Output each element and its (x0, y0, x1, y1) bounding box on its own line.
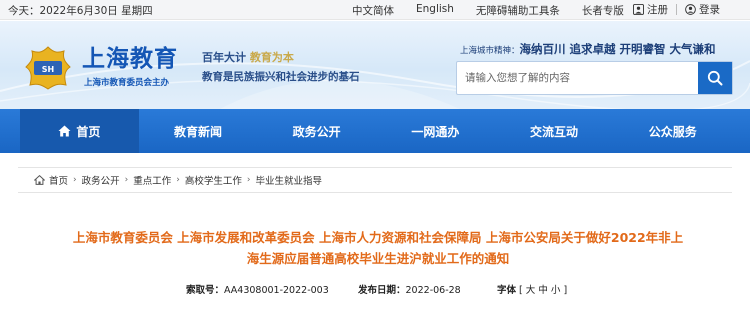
nav-government-affairs-label: 政务公开 (292, 124, 341, 139)
nav-education-news[interactable]: 教育新闻 (139, 109, 258, 153)
home-icon (58, 125, 71, 137)
site-subtitle: 上海市教育委员会主办 (84, 78, 170, 88)
login-link[interactable]: 登录 (685, 2, 720, 17)
city-spirit-value: 海纳百川 追求卓越 开明睿智 大气谦和 (519, 42, 716, 56)
index-number: 索取号：AA4308001-2022-003 (186, 282, 329, 296)
search-button[interactable] (698, 62, 732, 94)
login-icon (685, 4, 696, 15)
education-logo[interactable]: SH (24, 45, 72, 91)
login-label: 登录 (699, 4, 720, 16)
link-english[interactable]: English (416, 3, 454, 18)
article-title-line-1: 上海市教育委员会 上海市发展和改革委员会 上海市人力资源和社会保障局 上海市公安… (72, 230, 684, 245)
nav-one-stop-service[interactable]: 一网通办 (376, 109, 495, 153)
breadcrumb-employment-guidance[interactable]: 毕业生就业指导 (256, 173, 323, 187)
font-size-selector: 字体 [ 大 中 小 ] (497, 282, 567, 296)
breadcrumb-student-work[interactable]: 高校学生工作 (185, 173, 242, 187)
font-size-label: 字体 (497, 285, 517, 296)
nav-one-stop-service-label: 一网通办 (411, 124, 460, 139)
slogan-primary: 百年大计 教育为本 (202, 49, 294, 65)
article-title: 上海市教育委员会 上海市发展和改革委员会 上海市人力资源和社会保障局 上海市公安… (28, 227, 728, 269)
site-title: 上海教育 (82, 46, 178, 72)
breadcrumb-home-icon (34, 175, 45, 185)
font-size-large[interactable]: 大 (526, 285, 536, 296)
user-icon (633, 4, 644, 15)
font-size-close-bracket: ] (563, 285, 568, 296)
city-spirit: 上海城市精神：海纳百川 追求卓越 开明睿智 大气谦和 (460, 41, 716, 57)
breadcrumb-home[interactable]: 首页 (49, 173, 68, 187)
nav-interaction-label: 交流互动 (530, 124, 579, 139)
link-chinese-simplified[interactable]: 中文简体 (352, 3, 394, 18)
nav-home-label: 首页 (76, 124, 101, 139)
publish-date-value: 2022-06-28 (405, 285, 461, 296)
breadcrumb-gov-affairs[interactable]: 政务公开 (82, 173, 120, 187)
city-spirit-label: 上海城市精神： (460, 46, 520, 56)
breadcrumb: 首页 › 政务公开 › 重点工作 › 高校学生工作 › 毕业生就业指导 (18, 167, 732, 193)
header-banner: SH 上海教育 上海市教育委员会主办 百年大计 教育为本 教育是民族振兴和社会进… (0, 21, 750, 109)
index-number-label: 索取号： (186, 285, 225, 296)
nav-government-affairs[interactable]: 政务公开 (257, 109, 376, 153)
slogan-part-b: 教育为本 (249, 51, 294, 64)
nav-home[interactable]: 首页 (20, 109, 139, 153)
search-box (456, 61, 733, 95)
divider (676, 4, 677, 15)
top-bar: 今天：2022年6月30日 星期四 中文简体 English 无障碍辅助工具条 … (0, 0, 750, 20)
breadcrumb-separator: › (176, 175, 180, 185)
current-date: 今天：2022年6月30日 星期四 (8, 5, 153, 17)
index-number-value: AA4308001-2022-003 (224, 285, 329, 296)
breadcrumb-separator: › (246, 175, 251, 185)
font-size-open-bracket: [ (519, 285, 523, 296)
link-accessibility-toolbar[interactable]: 无障碍辅助工具条 (476, 3, 560, 18)
account-links: 注册 登录 (633, 2, 720, 17)
breadcrumb-separator: › (124, 175, 129, 185)
search-input[interactable] (457, 62, 700, 94)
publish-date-label: 发布日期： (358, 285, 406, 296)
language-links: 中文简体 English 无障碍辅助工具条 长者专版 (352, 3, 646, 18)
slogan-part-a: 百年大计 (202, 51, 246, 64)
font-size-medium[interactable]: 中 (538, 285, 548, 296)
register-label: 注册 (647, 4, 668, 16)
font-size-small[interactable]: 小 (551, 285, 561, 296)
nav-public-services-label: 公众服务 (648, 124, 697, 139)
nav-interaction[interactable]: 交流互动 (495, 109, 614, 153)
search-icon (707, 70, 723, 86)
register-link[interactable]: 注册 (633, 2, 668, 17)
main-nav: 首页 教育新闻 政务公开 一网通办 交流互动 公众服务 (0, 109, 750, 153)
breadcrumb-key-work[interactable]: 重点工作 (133, 173, 171, 187)
breadcrumb-separator: › (73, 175, 77, 185)
slogan-secondary: 教育是民族振兴和社会进步的基石 (202, 71, 360, 83)
nav-public-services[interactable]: 公众服务 (613, 109, 732, 153)
svg-text:SH: SH (42, 65, 54, 74)
publish-date: 发布日期：2022-06-28 (358, 282, 461, 296)
nav-education-news-label: 教育新闻 (174, 124, 223, 139)
link-elderly-version[interactable]: 长者专版 (582, 3, 624, 18)
article-title-line-2: 海生源应届普通高校毕业生进沪就业工作的通知 (246, 251, 510, 266)
